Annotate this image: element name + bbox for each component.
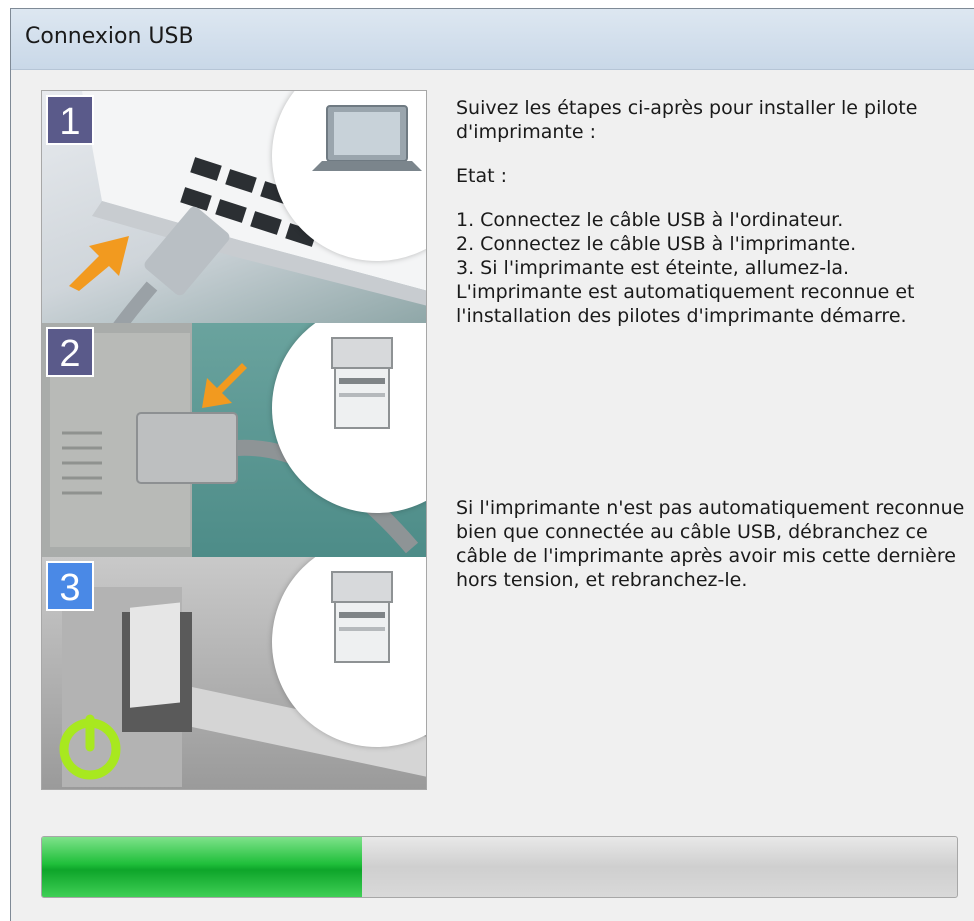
printer-icon	[331, 571, 393, 663]
step-number-2: 2	[46, 327, 94, 377]
progress-bar	[41, 836, 958, 898]
printer-icon	[331, 337, 393, 429]
troubleshoot-note: Si l'imprimante n'est pas automatiquemen…	[456, 497, 965, 591]
illustration-step-1: 1	[42, 91, 426, 323]
progress-fill	[42, 837, 363, 897]
step-number-1: 1	[46, 95, 94, 145]
setup-illustration: 1 2 3	[41, 90, 427, 790]
intro-text: Suivez les étapes ci-après pour installe…	[456, 97, 918, 143]
step-number-3: 3	[46, 561, 94, 611]
step-text-1: 1. Connectez le câble USB à l'ordinateur…	[456, 209, 844, 231]
state-label: Etat :	[456, 165, 507, 187]
steps-list: 1. Connectez le câble USB à l'ordinateur…	[456, 208, 966, 328]
dialog-content: 1 2 3 Suivez les étapes ci-après pour in…	[11, 70, 974, 921]
illustration-step-2: 2	[42, 323, 426, 557]
power-icon	[59, 714, 121, 780]
orange-arrow-icon	[202, 363, 247, 408]
orange-arrow-icon	[69, 236, 129, 291]
title-bar[interactable]: Connexion USB	[11, 9, 974, 70]
usb-connection-dialog: Connexion USB 1 2 3 Suivez les étapes ci…	[10, 8, 974, 921]
step-text-2: 2. Connectez le câble USB à l'imprimante…	[456, 233, 857, 255]
laptop-icon	[312, 105, 422, 171]
window-title: Connexion USB	[25, 24, 194, 49]
instructions-panel: Suivez les étapes ci-après pour installe…	[456, 96, 966, 591]
step-text-3: 3. Si l'imprimante est éteinte, allumez-…	[456, 257, 850, 279]
illustration-step-3: 3	[42, 557, 426, 789]
auto-detect-text: L'imprimante est automatiquement reconnu…	[456, 281, 915, 327]
